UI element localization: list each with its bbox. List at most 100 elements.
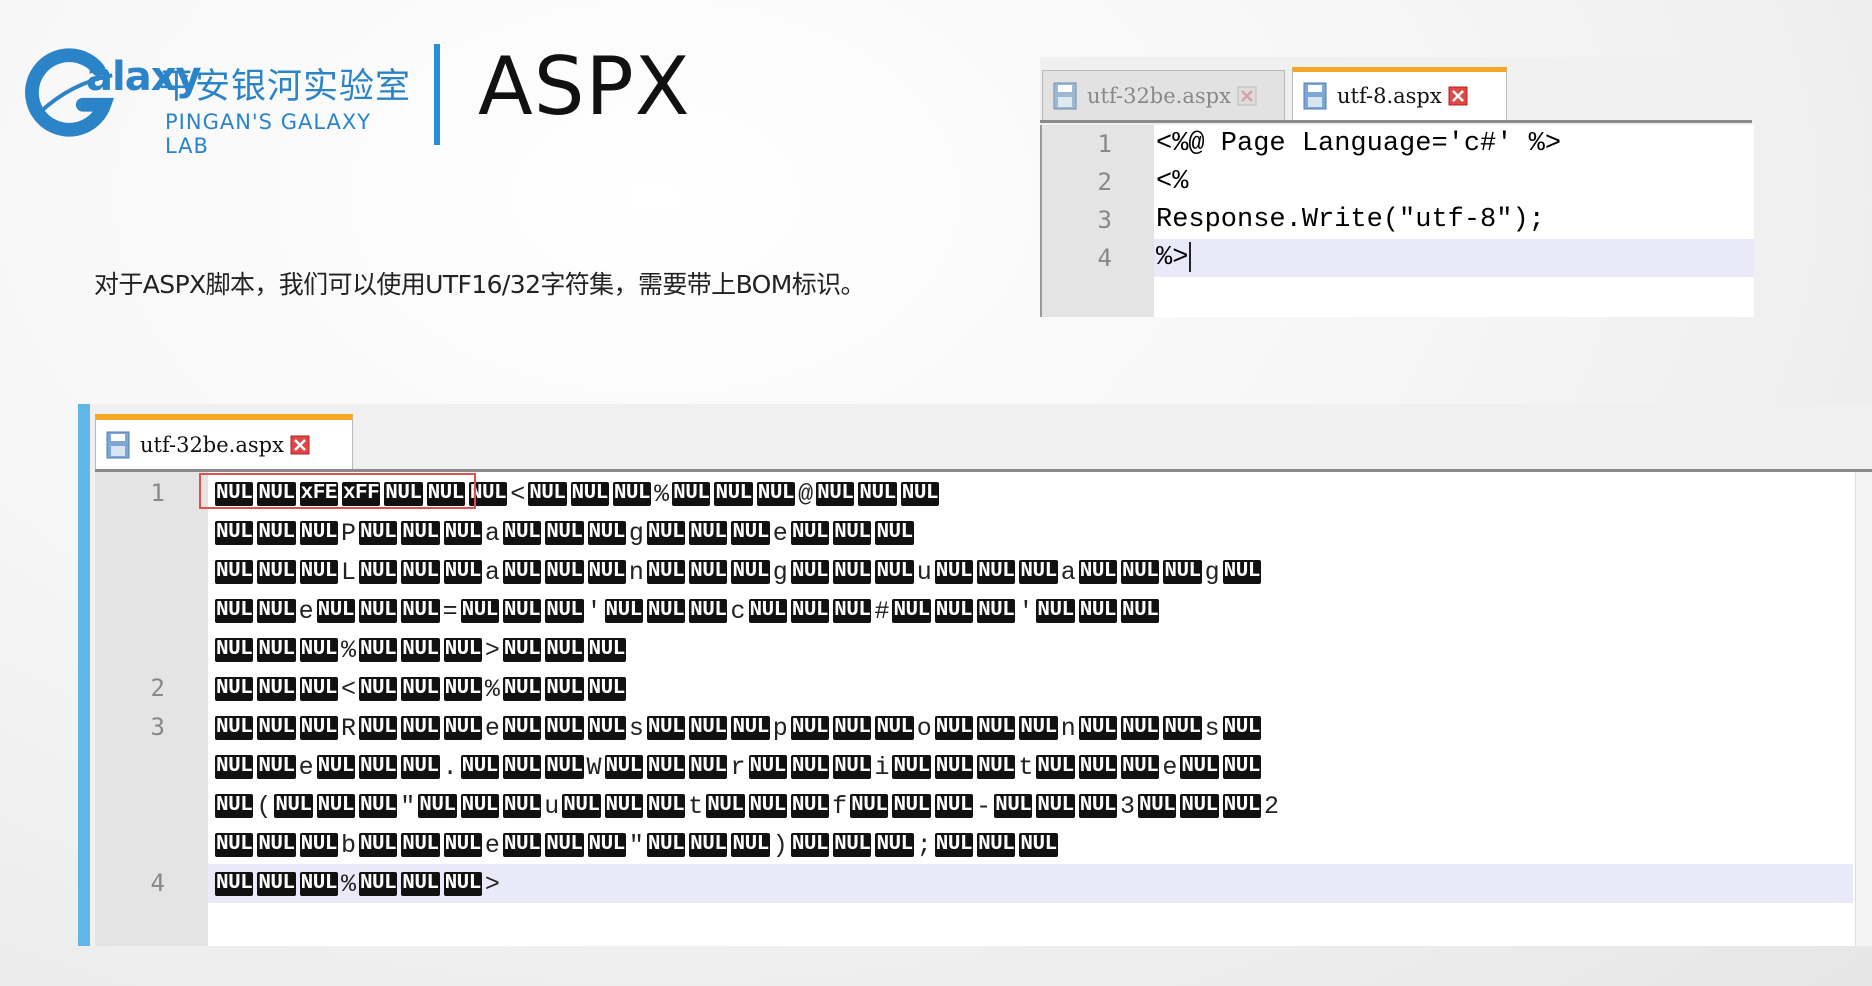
control-char-badge: NUL	[934, 560, 974, 584]
control-char-badge: NUL	[502, 677, 542, 701]
code-char: s	[1204, 713, 1220, 743]
tab-utf-8[interactable]: utf-8.aspx	[1292, 67, 1507, 120]
close-icon[interactable]	[290, 435, 310, 455]
control-char-badge: NUL	[689, 833, 728, 857]
control-char-badge: NUL	[502, 716, 542, 740]
code-char: P	[340, 518, 356, 548]
logo-chinese-name: 平安银河实验室	[159, 67, 412, 107]
close-icon[interactable]	[1448, 86, 1468, 106]
control-char-badge: NUL	[299, 521, 338, 545]
control-char-badge: NUL	[257, 716, 296, 740]
control-char-badge: NUL	[502, 833, 542, 857]
control-char-badge: NUL	[562, 794, 601, 818]
code-text: NUL NUL NUL L NUL NUL NUL a NUL NUL NUL n NUL NUL NUL g…	[213, 557, 1263, 587]
control-char-badge: NUL	[748, 755, 787, 779]
code-char: u	[916, 557, 932, 587]
control-char-badge: NUL	[977, 755, 1016, 779]
code-line: 3 NUL NUL NUL R NUL NUL NUL e NUL NUL NUL s NUL NUL NUL…	[95, 708, 1872, 747]
control-char-badge: NUL	[257, 521, 296, 545]
control-char-badge: NUL	[875, 521, 914, 545]
control-char-badge: NUL	[358, 794, 398, 818]
code-char: n	[1060, 713, 1076, 743]
title-divider	[434, 44, 440, 145]
code-char: t	[688, 791, 704, 821]
control-char-badge: NUL	[545, 599, 584, 623]
control-char-badge: NUL	[689, 755, 728, 779]
code-char: %	[654, 479, 670, 509]
file-save-icon	[106, 431, 130, 459]
editor-utf8: utf-32be.aspx utf-8.aspx 1 <%@ Page Lang…	[1040, 57, 1754, 317]
code-char: %	[340, 869, 356, 899]
line-number: 4	[150, 869, 165, 897]
control-char-badge: NUL	[299, 716, 338, 740]
control-char-badge: NUL	[502, 794, 542, 818]
code-text: NUL NUL e NUL NUL NUL. NUL NUL NUL W NUL NUL NUL r NUL…	[213, 752, 1263, 782]
tab-utf-32be[interactable]: utf-32be.aspx	[1042, 70, 1285, 120]
control-char-badge: NUL	[646, 755, 686, 779]
code-char: <	[340, 674, 356, 704]
control-char-badge: NUL	[1121, 599, 1160, 623]
code-line: NUL NUL NUL P NUL NUL NUL a NUL NUL NUL g NUL NUL NUL e…	[95, 513, 1872, 552]
control-char-badge: NUL	[900, 482, 940, 506]
control-char-badge: NUL	[892, 755, 931, 779]
code-text: NUL NUL NUL% NUL NUL NUL > NUL NUL NUL	[213, 635, 628, 665]
control-char-badge: NUL	[401, 677, 440, 701]
code-char: <	[510, 479, 526, 509]
control-char-badge: NUL	[790, 833, 830, 857]
control-char-badge: NUL	[604, 599, 643, 623]
control-char-badge: NUL	[502, 560, 542, 584]
close-icon[interactable]	[1237, 86, 1257, 106]
code-char: %	[340, 635, 356, 665]
code-area[interactable]: 1 <%@ Page Language='c#' %> 2 <% 3 Respo…	[1040, 125, 1754, 317]
control-char-badge: NUL	[1078, 716, 1118, 740]
control-char-badge: NUL	[1078, 755, 1118, 779]
galaxy-lab-logo: alaxy 平安银河实验室 PINGAN'S GALAXY LAB	[22, 44, 417, 158]
code-text: NUL NUL NUL% NUL NUL NUL >	[213, 869, 501, 899]
control-char-badge: NUL	[358, 872, 398, 896]
control-char-badge: NUL	[646, 599, 686, 623]
code-line-current: 4 %>	[1098, 239, 1754, 277]
control-char-badge: NUL	[790, 794, 830, 818]
code-char: o	[916, 713, 932, 743]
control-char-badge: NUL	[714, 482, 753, 506]
control-char-badge: NUL	[646, 560, 686, 584]
code-char: p	[772, 713, 788, 743]
control-char-badge: NUL	[977, 833, 1016, 857]
code-char: R	[340, 713, 356, 743]
file-save-icon	[1303, 82, 1327, 110]
code-char: i	[874, 752, 890, 782]
code-text: NUL NUL NUL P NUL NUL NUL a NUL NUL NUL g NUL NUL NUL e…	[213, 518, 916, 548]
code-char: "	[400, 791, 416, 821]
code-char: g	[772, 557, 788, 587]
control-char-badge: NUL	[1222, 755, 1261, 779]
control-char-badge: NUL	[731, 716, 770, 740]
control-char-badge: NUL	[257, 755, 296, 779]
control-char-badge: NUL	[604, 794, 643, 818]
control-char-badge: NUL	[401, 599, 440, 623]
control-char-badge: NUL	[1222, 560, 1261, 584]
control-char-badge: NUL	[850, 794, 889, 818]
tab-utf-32be[interactable]: utf-32be.aspx	[95, 414, 353, 469]
code-char: g	[628, 518, 644, 548]
code-char: -	[976, 791, 992, 821]
control-char-badge: NUL	[215, 755, 254, 779]
code-area[interactable]: 1 NUL NUL xFE xFF NUL NUL NUL < NUL NUL NUL% NUL NUL N…	[95, 472, 1872, 946]
control-char-badge: NUL	[1121, 716, 1160, 740]
code-text: NUL(NUL NUL NUL " NUL NUL NUL u NUL NUL NUL t NUL NUL…	[213, 791, 1280, 821]
control-char-badge: NUL	[934, 599, 974, 623]
code-char: W	[586, 752, 602, 782]
code-char: '	[1018, 596, 1034, 626]
control-char-badge: NUL	[689, 716, 728, 740]
code-char: n	[628, 557, 644, 587]
vertical-scrollbar[interactable]	[1855, 472, 1872, 946]
control-char-badge: NUL	[401, 560, 440, 584]
logo-english-name: PINGAN'S GALAXY LAB	[165, 110, 372, 158]
control-char-badge: NUL	[502, 599, 542, 623]
control-char-badge: NUL	[215, 716, 254, 740]
slide-description: 对于ASPX脚本，我们可以使用UTF16/32字符集，需要带上BOM标识。	[94, 270, 866, 299]
code-line: NUL NUL NUL% NUL NUL NUL > NUL NUL NUL	[95, 630, 1872, 669]
code-char: a	[484, 518, 500, 548]
bom-highlight-box	[199, 473, 476, 509]
control-char-badge: NUL	[934, 833, 974, 857]
control-char-badge: NUL	[299, 833, 338, 857]
